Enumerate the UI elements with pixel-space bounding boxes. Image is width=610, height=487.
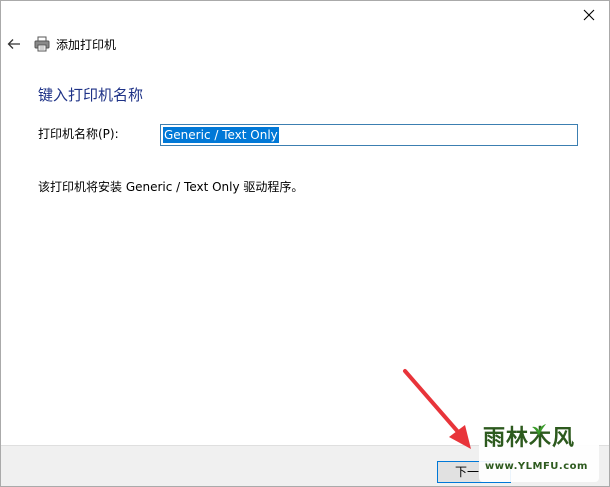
window-title: 添加打印机 <box>56 38 117 52</box>
page-heading: 键入打印机名称 <box>38 86 144 104</box>
red-arrow-annotation <box>403 369 471 449</box>
back-button[interactable] <box>5 35 23 53</box>
printer-icon <box>34 36 50 52</box>
dialog-header: 添加打印机 <box>1 31 609 59</box>
printer-name-input[interactable]: Generic / Text Only <box>160 124 578 146</box>
printer-name-value: Generic / Text Only <box>163 127 279 143</box>
close-button[interactable] <box>569 1 609 29</box>
watermark-url: www.YLMFU.com <box>485 461 588 472</box>
printer-name-label: 打印机名称(P): <box>38 127 119 141</box>
back-arrow-icon <box>7 39 20 49</box>
leaf-icon <box>532 424 546 436</box>
add-printer-dialog: 添加打印机 键入打印机名称 打印机名称(P): Generic / Text O… <box>0 0 610 487</box>
close-icon <box>583 9 595 21</box>
watermark-logo: 雨林木风 www.YLMFU.com <box>479 420 599 482</box>
driver-info-text: 该打印机将安装 Generic / Text Only 驱动程序。 <box>38 180 304 194</box>
